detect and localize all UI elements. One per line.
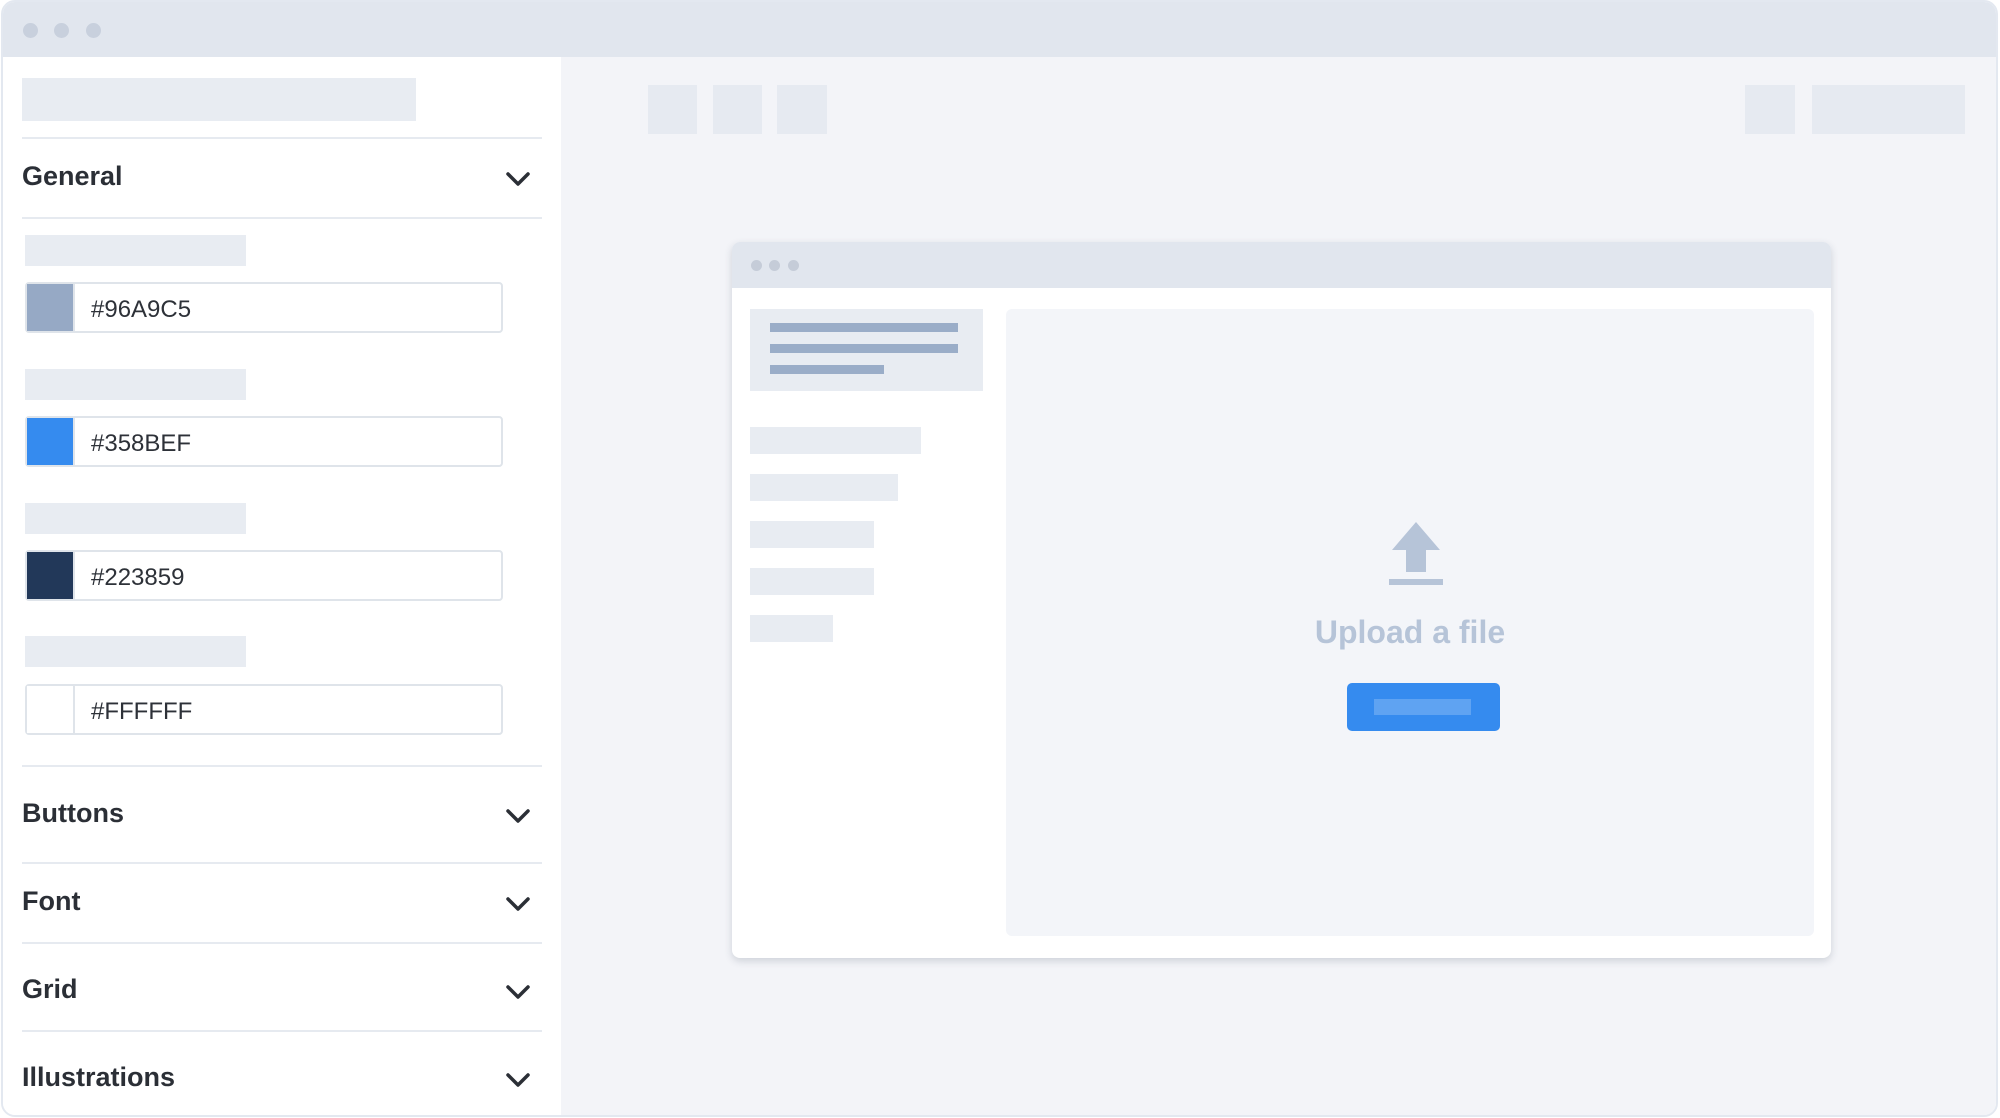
chevron-down-icon[interactable] (503, 894, 533, 916)
upload-text: Upload a file (1314, 614, 1506, 650)
toolbar-button-placeholder[interactable] (648, 85, 697, 134)
upload-arrow-icon (1389, 522, 1443, 585)
section-title-general: General (22, 161, 123, 191)
preview-area: Upload a file (561, 57, 1996, 1115)
section-title-buttons: Buttons (22, 798, 124, 828)
color-swatch[interactable] (27, 686, 75, 733)
color-field-3[interactable]: #223859 (25, 550, 503, 601)
window-minimize-dot[interactable] (54, 23, 69, 38)
text-line-placeholder (770, 344, 958, 353)
title-bar (3, 2, 1996, 57)
color-label-placeholder (25, 369, 246, 400)
section-title-font: Font (22, 886, 81, 916)
panel-header-placeholder (22, 78, 416, 121)
divider (22, 942, 542, 944)
preview-nav-placeholder (750, 568, 874, 595)
upload-dropzone[interactable]: Upload a file (1006, 309, 1814, 936)
preview-nav-placeholder (750, 615, 833, 642)
color-swatch[interactable] (27, 552, 75, 599)
toolbar-button-placeholder[interactable] (1745, 85, 1795, 134)
preview-nav-placeholder (750, 474, 898, 501)
color-hex-value[interactable]: #358BEF (91, 430, 191, 458)
color-hex-value[interactable]: #223859 (91, 564, 184, 592)
divider (22, 1030, 542, 1032)
color-field-4[interactable]: #FFFFFF (25, 684, 503, 735)
divider (22, 217, 542, 219)
text-line-placeholder (770, 323, 958, 332)
color-hex-value[interactable]: #FFFFFF (91, 698, 192, 726)
preview-window-dot (751, 260, 762, 271)
preview-nav-placeholder (750, 427, 921, 454)
color-swatch[interactable] (27, 418, 75, 465)
section-title-grid: Grid (22, 974, 78, 1004)
toolbar-button-placeholder[interactable] (777, 85, 827, 134)
color-swatch[interactable] (27, 284, 75, 331)
color-label-placeholder (25, 235, 246, 266)
window-close-dot[interactable] (23, 23, 38, 38)
color-field-1[interactable]: #96A9C5 (25, 282, 503, 333)
text-line-placeholder (770, 365, 884, 374)
divider (22, 862, 542, 864)
preview-window: Upload a file (732, 242, 1831, 958)
upload-button[interactable] (1347, 683, 1500, 731)
chevron-down-icon[interactable] (503, 169, 533, 191)
chevron-down-icon[interactable] (503, 1070, 533, 1092)
button-label-placeholder (1374, 699, 1471, 715)
color-hex-value[interactable]: #96A9C5 (91, 296, 191, 324)
preview-nav-placeholder (750, 521, 874, 548)
preview-window-dot (769, 260, 780, 271)
chevron-down-icon[interactable] (503, 806, 533, 828)
settings-panel: General #96A9C5 #358BEF #223859 #FFFFFF (3, 57, 561, 1115)
divider (22, 765, 542, 767)
toolbar-button-placeholder[interactable] (713, 85, 762, 134)
divider (22, 137, 542, 139)
color-label-placeholder (25, 503, 246, 534)
chevron-down-icon[interactable] (503, 982, 533, 1004)
app-window: General #96A9C5 #358BEF #223859 #FFFFFF (1, 0, 1998, 1117)
preview-title-bar (732, 242, 1831, 288)
color-field-2[interactable]: #358BEF (25, 416, 503, 467)
preview-sidebar-card (750, 309, 983, 391)
window-maximize-dot[interactable] (86, 23, 101, 38)
preview-window-dot (788, 260, 799, 271)
color-label-placeholder (25, 636, 246, 667)
toolbar-button-placeholder[interactable] (1812, 85, 1965, 134)
section-title-illustrations: Illustrations (22, 1062, 176, 1092)
